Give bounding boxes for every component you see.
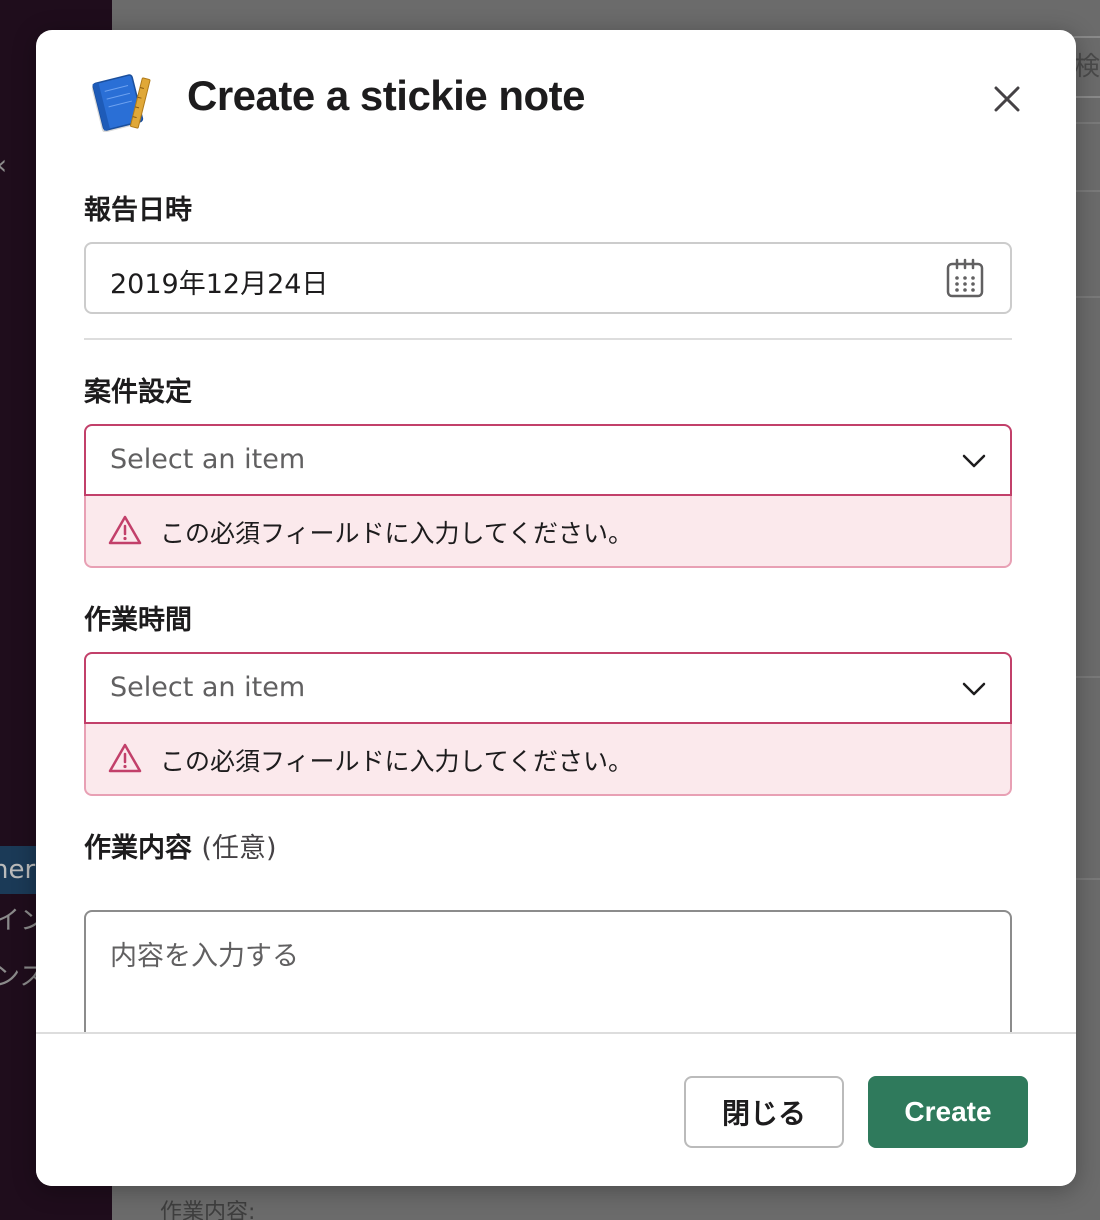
chevron-down-icon — [962, 454, 986, 468]
project-label: 案件設定 — [84, 377, 192, 408]
background-divider — [1076, 676, 1100, 678]
close-icon[interactable] — [990, 82, 1024, 116]
background-sidebar-item: ンス — [0, 962, 40, 992]
chevron-down-icon — [962, 682, 986, 696]
background-divider — [1076, 190, 1100, 192]
close-button[interactable]: 閉じる — [684, 1076, 844, 1148]
chevron-left-icon: ‹ — [0, 148, 7, 181]
project-select-placeholder: Select an item — [110, 444, 306, 475]
background-divider — [1076, 878, 1100, 880]
work-details-placeholder: 内容を入力する — [110, 941, 299, 972]
create-button[interactable]: Create — [868, 1076, 1028, 1148]
work-hours-select-placeholder: Select an item — [110, 672, 306, 703]
modal-header: Create a stickie note — [36, 30, 1076, 160]
modal-title: Create a stickie note — [187, 72, 586, 119]
background-divider — [1076, 296, 1100, 298]
background-divider — [1076, 122, 1100, 124]
work-hours-error: この必須フィールドに入力してください。 — [84, 724, 1012, 796]
modal-footer: 閉じる Create — [36, 1032, 1076, 1186]
work-hours-select[interactable]: Select an item — [84, 652, 1012, 724]
work-hours-label: 作業時間 — [84, 605, 192, 636]
optional-marker: (任意) — [201, 833, 277, 864]
project-error: この必須フィールドに入力してください。 — [84, 496, 1012, 568]
warning-icon — [108, 743, 142, 773]
work-details-label: 作業内容 (任意) — [84, 826, 276, 865]
project-select[interactable]: Select an item — [84, 424, 1012, 496]
create-stickie-modal: Create a stickie note 報告日時 2019年12月24日 案… — [36, 30, 1076, 1186]
background-sidebar-item-active: ner — [0, 846, 36, 894]
calendar-icon[interactable] — [946, 258, 984, 298]
work-hours-error-message: この必須フィールドに入力してください。 — [160, 747, 634, 776]
blueprint-notebook-icon — [91, 74, 151, 132]
background-sidebar-item: イン — [0, 906, 40, 936]
work-details-label-text: 作業内容 — [84, 833, 192, 864]
report-date-value: 2019年12月24日 — [110, 269, 329, 300]
section-divider — [84, 338, 1012, 340]
project-error-message: この必須フィールドに入力してください。 — [160, 519, 634, 548]
background-text: 作業内容: — [160, 1200, 256, 1220]
warning-icon — [108, 515, 142, 545]
modal-body: 報告日時 2019年12月24日 案件設定 Select an item この必… — [84, 180, 1012, 1032]
work-details-textarea[interactable]: 内容を入力する — [84, 910, 1012, 1032]
report-date-label: 報告日時 — [84, 195, 192, 226]
report-date-picker[interactable]: 2019年12月24日 — [84, 242, 1012, 314]
